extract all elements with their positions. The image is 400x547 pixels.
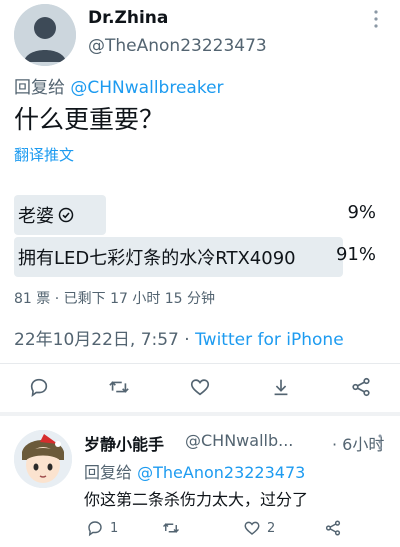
like-icon[interactable]: [185, 372, 215, 402]
reply-prefix: 回复给: [14, 78, 65, 98]
like-count: 2: [267, 520, 276, 536]
reply-share-button[interactable]: [324, 519, 342, 537]
reply-count: 1: [110, 520, 119, 536]
separator-dot: ·: [184, 330, 190, 350]
section-divider: [0, 412, 400, 416]
tweet-source[interactable]: Twitter for iPhone: [195, 330, 344, 350]
divider: [0, 363, 400, 364]
reply-author-avatar[interactable]: [14, 430, 72, 488]
author-display-name[interactable]: Dr.Zhina: [88, 8, 168, 28]
reply-like-button[interactable]: 2: [243, 519, 275, 537]
poll-meta: 81 票 · 已剩下 17 小时 15 分钟: [14, 291, 216, 307]
translate-tweet-link[interactable]: 翻译推文: [14, 144, 74, 165]
author-handle[interactable]: @TheAnon23223473: [88, 36, 267, 56]
tweet-timestamp[interactable]: 22年10月22日, 7:57: [14, 330, 179, 350]
checkmark-circle-icon: [58, 207, 74, 228]
poll-option-label: 拥有LED七彩灯条的水冷RTX4090: [18, 248, 296, 269]
reply-text: 你这第二条杀伤力太大，过分了: [84, 490, 309, 509]
like-icon: [244, 521, 260, 535]
author-avatar[interactable]: [14, 4, 76, 66]
poll-option-percent: 91%: [335, 244, 376, 265]
poll-option-percent: 9%: [347, 202, 376, 223]
replying-to-line: 回复给 @CHNwallbreaker: [14, 73, 224, 98]
reply-icon: [88, 521, 102, 537]
reply-to-link[interactable]: @TheAnon23223473: [137, 463, 305, 482]
retweet-icon[interactable]: [104, 372, 134, 402]
poll-option-label: 老婆: [18, 202, 74, 228]
reply-author-handle[interactable]: @CHNwallb...: [185, 431, 293, 450]
default-avatar-icon: [14, 4, 76, 66]
share-network-icon: [325, 520, 341, 536]
reply-replying-to-line: 回复给 @TheAnon23223473: [84, 459, 305, 483]
reply-retweet-button[interactable]: [162, 519, 180, 537]
poll-option-1: 老婆 9%: [14, 195, 376, 235]
tweet-timestamp-line: 22年10月22日, 7:57 · Twitter for iPhone: [14, 325, 344, 350]
reply-to-link[interactable]: @CHNwallbreaker: [70, 78, 223, 98]
share-icon[interactable]: [266, 372, 296, 402]
anime-avatar-icon: [14, 430, 72, 488]
poll-option-2: 拥有LED七彩灯条的水冷RTX4090 91%: [14, 237, 376, 277]
reply-icon[interactable]: [24, 372, 54, 402]
reply-prefix: 回复给: [84, 463, 133, 482]
share-network-icon[interactable]: [346, 372, 376, 402]
more-options-icon[interactable]: [369, 8, 383, 30]
retweet-icon: [162, 523, 180, 533]
reply-author-name[interactable]: 岁静小能手: [84, 431, 164, 455]
reply-reply-button[interactable]: 1: [86, 519, 118, 537]
tweet-text: 什么更重要？: [14, 105, 165, 134]
more-options-icon[interactable]: [373, 432, 387, 452]
